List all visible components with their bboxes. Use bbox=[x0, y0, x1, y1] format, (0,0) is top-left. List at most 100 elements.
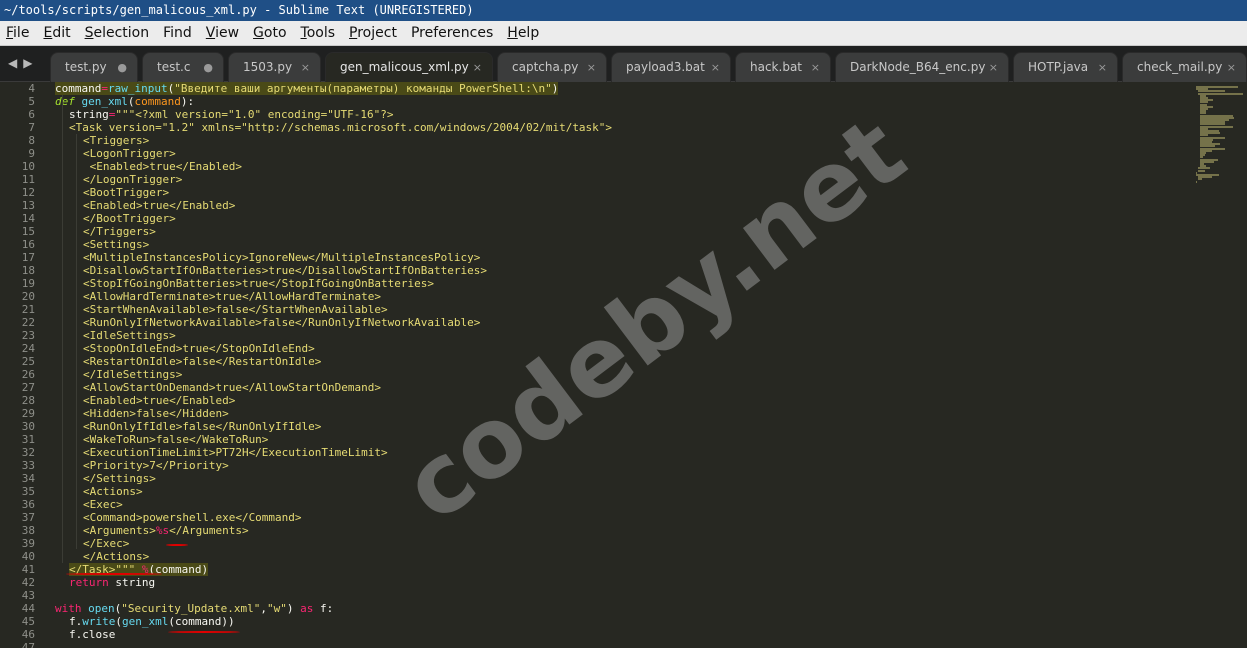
code-token: """<?xml version="1.0" encoding="UTF-16"… bbox=[115, 108, 394, 121]
code-token: <Settings> bbox=[83, 238, 150, 251]
menu-mnemonic: V bbox=[205, 24, 216, 41]
code-token: <RunOnlyIfNetworkAvailable>false</RunOnl… bbox=[83, 316, 481, 329]
line-number: 44 bbox=[21, 602, 35, 615]
code-line: <Triggers> bbox=[83, 134, 149, 147]
code-token: ): bbox=[180, 95, 195, 108]
line-number: 10 bbox=[21, 160, 35, 173]
tab-captcha-py[interactable]: captcha.py × bbox=[497, 52, 607, 82]
close-icon[interactable]: × bbox=[1227, 53, 1236, 82]
unsaved-dot-icon[interactable]: ● bbox=[117, 53, 127, 82]
tab-darknode-b64-enc-py[interactable]: DarkNode_B64_enc.py × bbox=[835, 52, 1009, 82]
code-line: </LogonTrigger> bbox=[83, 173, 182, 186]
code-line: <Actions> bbox=[83, 485, 143, 498]
line-number: 30 bbox=[21, 420, 35, 433]
menu-edit[interactable]: Edit bbox=[43, 21, 70, 46]
code-token: <StartWhenAvailable>false</StartWhenAvai… bbox=[83, 303, 388, 316]
code-token: <Enabled>true</Enabled> bbox=[83, 160, 242, 173]
menu-label: iew bbox=[215, 24, 240, 41]
tab-check-mail-py[interactable]: check_mail.py × bbox=[1122, 52, 1247, 82]
code-token: </LogonTrigger> bbox=[83, 173, 183, 186]
code-line: <AllowHardTerminate>true</AllowHardTermi… bbox=[83, 290, 381, 303]
close-icon[interactable]: × bbox=[587, 53, 596, 82]
code-line: <StopOnIdleEnd>true</StopOnIdleEnd> bbox=[83, 342, 315, 355]
menu-label: Preferences bbox=[410, 24, 494, 41]
code-token: <DisallowStartIfOnBatteries>true</Disall… bbox=[83, 264, 487, 277]
tab-label: test.py bbox=[65, 60, 107, 74]
code-token: , bbox=[260, 602, 267, 615]
tab-label: captcha.py bbox=[512, 60, 579, 74]
tab-hotp-java[interactable]: HOTP.java × bbox=[1013, 52, 1118, 82]
code-line: <Hidden>false</Hidden> bbox=[83, 407, 229, 420]
close-icon[interactable]: × bbox=[989, 53, 998, 82]
line-number: 33 bbox=[21, 459, 35, 472]
tab-test-py[interactable]: test.py ● bbox=[50, 52, 138, 82]
code-area[interactable]: command=raw_input("Введите ваши аргумент… bbox=[55, 82, 1185, 648]
menu-label: ile bbox=[13, 24, 30, 41]
code-line: <Enabled>true</Enabled> bbox=[83, 394, 235, 407]
close-icon[interactable]: × bbox=[1098, 53, 1107, 82]
menu-goto[interactable]: Goto bbox=[253, 21, 286, 46]
code-token: return bbox=[69, 576, 116, 589]
close-icon[interactable]: × bbox=[473, 53, 482, 82]
close-icon[interactable]: × bbox=[811, 53, 820, 82]
unsaved-dot-icon[interactable]: ● bbox=[203, 53, 213, 82]
code-token: </IdleSettings> bbox=[83, 368, 183, 381]
menu-mnemonic: H bbox=[507, 24, 518, 41]
tab-label: 1503.py bbox=[243, 60, 293, 74]
line-number: 21 bbox=[21, 303, 35, 316]
code-token: command bbox=[134, 95, 181, 108]
annotation-underline-command-format bbox=[66, 573, 162, 575]
menu-project[interactable]: Project bbox=[349, 21, 397, 46]
close-icon[interactable]: × bbox=[711, 53, 720, 82]
code-token: <AllowHardTerminate>true</AllowHardTermi… bbox=[83, 290, 382, 303]
tab-label: payload3.bat bbox=[626, 60, 705, 74]
code-token: <Triggers> bbox=[83, 134, 150, 147]
line-number: 19 bbox=[21, 277, 35, 290]
menu-file[interactable]: File bbox=[6, 21, 29, 46]
code-line: <Task version="1.2" xmlns="http://schema… bbox=[69, 121, 612, 134]
code-editor[interactable]: 4 5 6 7 8 9 10 11 12 13 14 15 16 17 18 19 20 21 22 23 24 25 26… bbox=[0, 82, 1247, 648]
indent-guide bbox=[76, 134, 77, 549]
line-number: 34 bbox=[21, 472, 35, 485]
menu-selection[interactable]: Selection bbox=[85, 21, 150, 46]
code-token: <IdleSettings> bbox=[83, 329, 176, 342]
menu-label: dit bbox=[52, 24, 71, 41]
line-number: 46 bbox=[21, 628, 35, 641]
tab-hack-bat[interactable]: hack.bat × bbox=[735, 52, 831, 82]
menu-help[interactable]: Help bbox=[507, 21, 539, 46]
close-icon[interactable]: × bbox=[301, 53, 310, 82]
code-line: f.write(gen_xml(command)) bbox=[69, 615, 235, 628]
code-token: def bbox=[55, 95, 82, 108]
line-number: 11 bbox=[21, 173, 35, 186]
code-line: </Actions> bbox=[83, 550, 149, 563]
code-line: <Enabled>true</Enabled> bbox=[83, 199, 235, 212]
minimap-line bbox=[1198, 178, 1202, 181]
code-token: as bbox=[300, 602, 320, 615]
menu-bar: File Edit Selection Find View Goto Tools Projec… bbox=[0, 21, 1247, 46]
menu-label: ools bbox=[306, 24, 336, 41]
indent-guide bbox=[62, 95, 63, 563]
line-number: 22 bbox=[21, 316, 35, 329]
code-line: with open("Security_Update.xml","w") as … bbox=[55, 602, 333, 615]
tab-gen-malicous-xml-py[interactable]: gen_malicous_xml.py × bbox=[325, 52, 493, 82]
menu-view[interactable]: View bbox=[206, 21, 239, 46]
code-line: <ExecutionTimeLimit>PT72H</ExecutionTime… bbox=[83, 446, 388, 459]
menu-label: roject bbox=[357, 24, 397, 41]
code-token: ( bbox=[115, 615, 122, 628]
menu-preferences[interactable]: Preferences bbox=[411, 21, 493, 46]
line-number: 35 bbox=[21, 485, 35, 498]
menu-tools[interactable]: Tools bbox=[301, 21, 336, 46]
code-token: </BootTrigger> bbox=[83, 212, 176, 225]
tab-payload3-bat[interactable]: payload3.bat × bbox=[611, 52, 731, 82]
menu-label: Find bbox=[163, 24, 192, 41]
code-token: raw_input bbox=[107, 82, 168, 95]
tab-nav-arrows[interactable]: ◀▶ bbox=[8, 56, 38, 70]
code-token: <StopIfGoingOnBatteries>true</StopIfGoin… bbox=[83, 277, 434, 290]
tab-1503-py[interactable]: 1503.py × bbox=[228, 52, 321, 82]
line-number: 17 bbox=[21, 251, 35, 264]
minimap[interactable] bbox=[1194, 82, 1247, 192]
code-token: string bbox=[115, 576, 156, 589]
tab-test-c[interactable]: test.c ● bbox=[142, 52, 224, 82]
menu-find[interactable]: Find bbox=[163, 21, 192, 46]
window-title-bar: ~/tools/scripts/gen_malicous_xml.py - Su… bbox=[0, 0, 1247, 21]
